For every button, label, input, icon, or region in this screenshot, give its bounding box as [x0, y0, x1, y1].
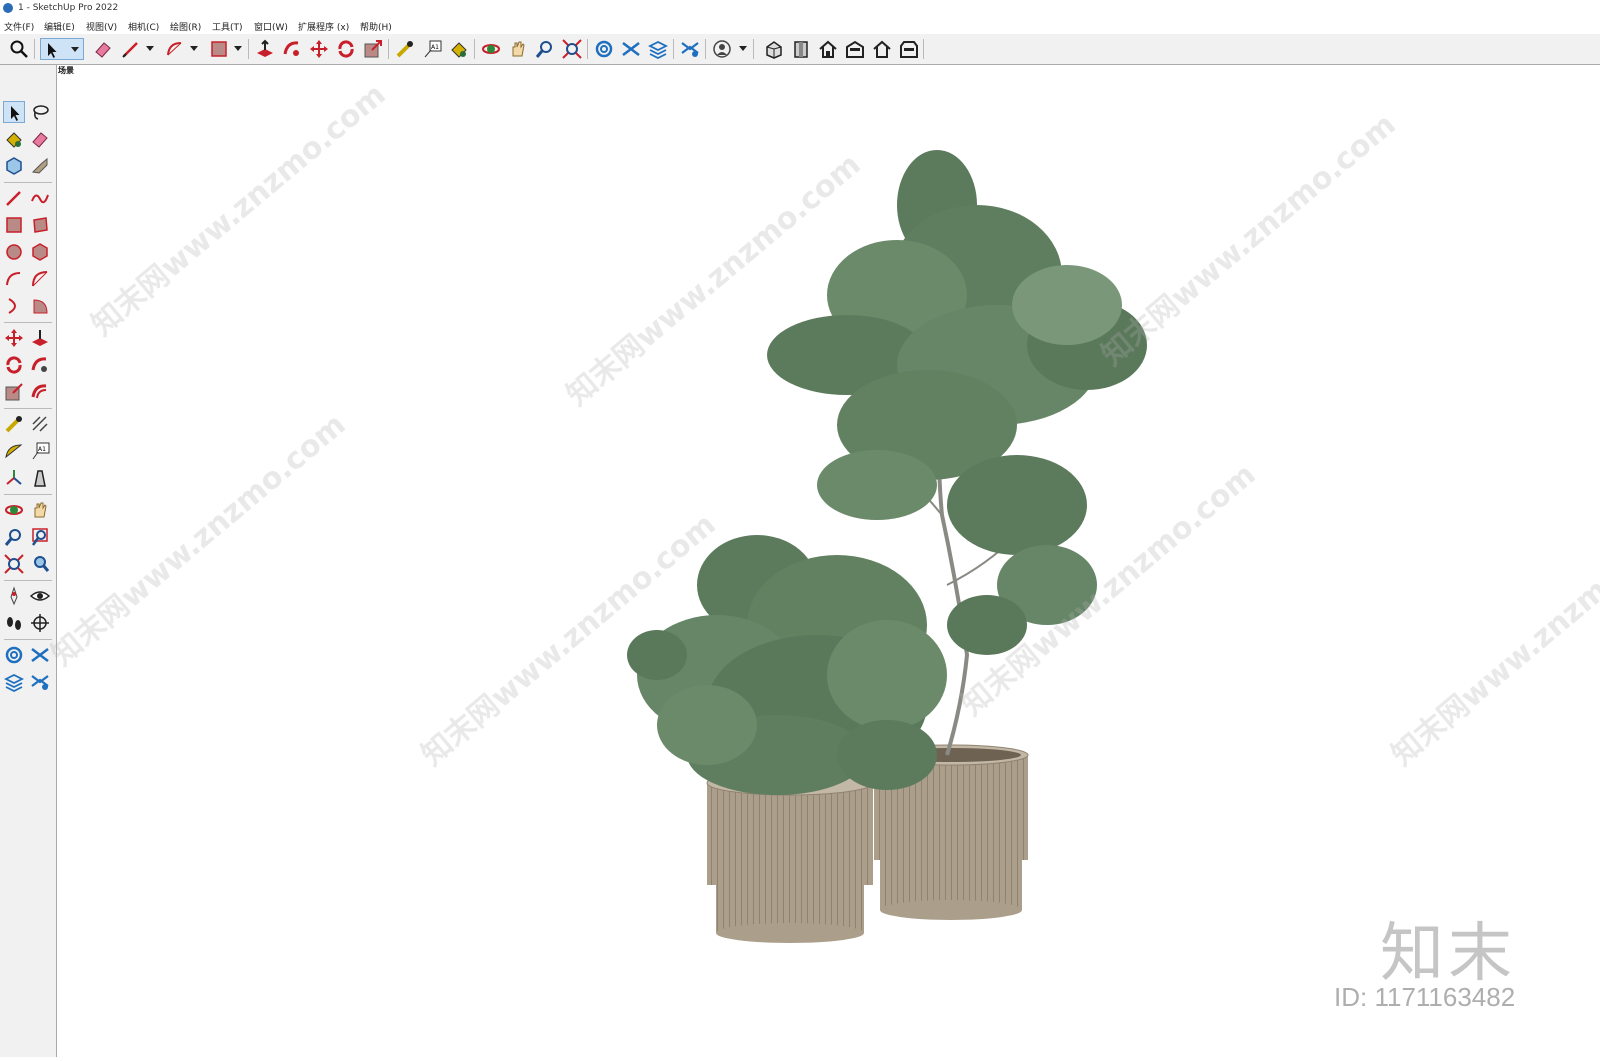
arc-icon[interactable] — [164, 38, 186, 60]
menu-extensions[interactable]: 扩展程序 (x) — [298, 20, 349, 33]
tape-measure-icon[interactable] — [394, 38, 416, 60]
plant-model — [627, 150, 1147, 943]
freehand-icon[interactable] — [29, 187, 51, 209]
layout-left-icon[interactable] — [3, 671, 25, 693]
lasso-icon[interactable] — [29, 101, 51, 123]
rectangle-tool-icon[interactable] — [3, 214, 25, 236]
menu-draw[interactable]: 绘图(R) — [170, 20, 201, 33]
make-component-icon[interactable] — [3, 155, 25, 177]
zoom-window-icon[interactable] — [29, 526, 51, 548]
layout-icon[interactable] — [647, 38, 669, 60]
menu-edit[interactable]: 编辑(E) — [44, 20, 75, 33]
scale-tool-icon[interactable] — [3, 381, 25, 403]
rotate-icon[interactable] — [335, 38, 357, 60]
front-view-icon[interactable] — [817, 38, 839, 60]
eraser-icon[interactable] — [92, 38, 114, 60]
follow-me-icon[interactable] — [281, 38, 303, 60]
model-viewport[interactable] — [57, 65, 1600, 1057]
warehouse-left-icon[interactable] — [3, 644, 25, 666]
offset-tool-icon[interactable] — [29, 381, 51, 403]
three-point-arc-icon[interactable] — [3, 295, 25, 317]
extension-manager-icon[interactable] — [679, 38, 701, 60]
main-toolbar: A1 — [0, 34, 1600, 65]
left-view-icon[interactable] — [898, 38, 920, 60]
rotated-rectangle-icon[interactable] — [29, 214, 51, 236]
position-camera-icon[interactable] — [3, 585, 25, 607]
polygon-tool-icon[interactable] — [29, 241, 51, 263]
pan-tool-icon[interactable] — [29, 499, 51, 521]
svg-text:A1: A1 — [38, 446, 46, 453]
move-tool-icon[interactable] — [3, 327, 25, 349]
zoom-icon[interactable] — [8, 38, 30, 60]
back-view-icon[interactable] — [871, 38, 893, 60]
3d-text-icon[interactable] — [29, 467, 51, 489]
pencil-icon[interactable] — [120, 38, 142, 60]
rectangle-icon[interactable] — [208, 38, 230, 60]
top-view-icon[interactable] — [790, 38, 812, 60]
look-around-icon[interactable] — [29, 585, 51, 607]
image-id-watermark: ID: 1171163482 — [1334, 982, 1516, 1012]
account-icon[interactable] — [711, 38, 733, 60]
menu-view[interactable]: 视图(V) — [86, 20, 117, 33]
pie-tool-icon[interactable] — [29, 295, 51, 317]
paint-bucket-tool-icon[interactable] — [3, 128, 25, 150]
iso-view-icon[interactable] — [763, 38, 785, 60]
zoom-extents-left-icon[interactable] — [3, 553, 25, 575]
title-bar: 1 - SketchUp Pro 2022 — [0, 0, 1600, 17]
scale-icon[interactable] — [362, 38, 384, 60]
menu-help[interactable]: 帮助(H) — [360, 20, 392, 33]
orbit-tool-icon[interactable] — [3, 499, 25, 521]
menu-bar: 文件(F) 编辑(E) 视图(V) 相机(C) 绘图(R) 工具(T) 窗口(W… — [0, 17, 1600, 34]
menu-window[interactable]: 窗口(W) — [254, 20, 288, 33]
bush-plant-pot — [706, 770, 874, 943]
protractor-icon[interactable] — [3, 440, 25, 462]
menu-file[interactable]: 文件(F) — [4, 20, 34, 33]
warehouse-icon[interactable] — [593, 38, 615, 60]
text-tool-icon[interactable]: A1 — [29, 440, 51, 462]
two-point-arc-icon[interactable] — [29, 268, 51, 290]
right-view-icon[interactable] — [844, 38, 866, 60]
sketchup-logo-icon — [3, 3, 13, 13]
circle-tool-icon[interactable] — [3, 241, 25, 263]
push-pull-icon[interactable] — [254, 38, 276, 60]
zoom-extents-icon[interactable] — [561, 38, 583, 60]
section-plane-icon[interactable] — [29, 612, 51, 634]
tape-measure-tool-icon[interactable] — [3, 413, 25, 435]
paint-bucket-icon[interactable] — [448, 38, 470, 60]
extension-manager-left-icon[interactable] — [29, 671, 51, 693]
line-tool-icon[interactable] — [3, 187, 25, 209]
select-tool-icon[interactable] — [3, 101, 25, 123]
brand-watermark: 知末 — [1380, 917, 1516, 991]
menu-camera[interactable]: 相机(C) — [128, 20, 159, 33]
large-tool-set: A1 — [0, 65, 57, 1057]
extension-warehouse-icon[interactable] — [620, 38, 642, 60]
text-icon[interactable]: A1 — [421, 38, 443, 60]
dimension-tool-icon[interactable] — [29, 413, 51, 435]
axes-tool-icon[interactable] — [3, 467, 25, 489]
walk-icon[interactable] — [3, 612, 25, 634]
push-pull-tool-icon[interactable] — [29, 327, 51, 349]
rotate-tool-icon[interactable] — [3, 354, 25, 376]
svg-text:A1: A1 — [431, 44, 439, 51]
orbit-icon[interactable] — [480, 38, 502, 60]
menu-tools[interactable]: 工具(T) — [212, 20, 243, 33]
previous-view-icon[interactable] — [29, 553, 51, 575]
zoom-tool-icon[interactable] — [534, 38, 556, 60]
eraser-tool-icon[interactable] — [29, 128, 51, 150]
window-title: 1 - SketchUp Pro 2022 — [18, 3, 119, 13]
select-icon[interactable] — [40, 38, 84, 60]
move-icon[interactable] — [308, 38, 330, 60]
follow-me-tool-icon[interactable] — [29, 354, 51, 376]
pan-icon[interactable] — [507, 38, 529, 60]
zoom-tool-left-icon[interactable] — [3, 526, 25, 548]
tag-tool-icon[interactable] — [29, 155, 51, 177]
arc-tool-icon[interactable] — [3, 268, 25, 290]
